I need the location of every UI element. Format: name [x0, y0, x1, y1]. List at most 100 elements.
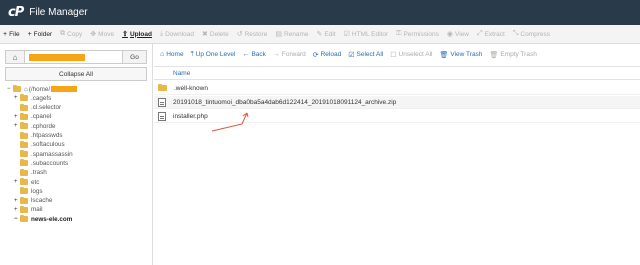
toolbar-label: Folder	[33, 30, 53, 38]
copy-icon: ⧉	[60, 30, 66, 37]
folder-icon	[20, 187, 28, 195]
nav-label: View Trash	[450, 51, 483, 58]
table-row[interactable]: .well-known	[154, 82, 640, 95]
collapse-all-button[interactable]: Collapse All	[5, 67, 147, 81]
nav-up-one-level-button[interactable]: ⤒ Up One Level	[191, 51, 236, 59]
toolbar-label: Restore	[244, 30, 268, 38]
upload-icon: ⇪	[122, 31, 128, 38]
tree-item-label: (/home/	[28, 85, 51, 93]
download-icon: ⤓	[159, 30, 164, 37]
plus-icon: +	[3, 30, 8, 38]
toolbar-label: Copy	[67, 30, 83, 38]
toolbar-file-button[interactable]: + File	[3, 31, 20, 38]
go-button[interactable]: Go	[123, 50, 147, 64]
folder-icon	[20, 205, 28, 213]
toolbar-label: Extract	[484, 30, 505, 38]
nav-view-trash-button[interactable]: 🗑 View Trash	[440, 51, 483, 59]
toolbar-view-button[interactable]: ◉ View	[447, 30, 469, 39]
redacted-path	[29, 54, 85, 61]
tree-item-label: .cl.selector	[31, 104, 62, 112]
title-bar: cP File Manager	[0, 0, 640, 25]
toolbar-permissions-button[interactable]: ⚿ Permissions	[396, 30, 439, 38]
compress-icon: ⤡	[512, 30, 519, 37]
folder-icon	[13, 85, 21, 92]
folder-icon	[20, 112, 28, 120]
up-level-icon: ⤒	[190, 50, 194, 58]
folder-icon	[20, 122, 28, 130]
folder-icon	[20, 159, 28, 167]
toolbar-extract-button[interactable]: ⤢ Extract	[477, 30, 505, 38]
tree-item-label: news-ele.com	[31, 215, 73, 223]
toolbar-rename-button[interactable]: ▤ Rename	[275, 30, 308, 39]
table-row[interactable]: 20191018_tintuomoi_dba0ba5a4dab6d122414_…	[154, 96, 640, 109]
tree-item[interactable]: − news-ele.com	[14, 214, 72, 224]
toolbar-compress-button[interactable]: ⤡ Compress	[513, 30, 550, 38]
move-icon: ✥	[90, 31, 97, 38]
home-icon[interactable]: ⌂	[5, 50, 25, 64]
file-name: 20191018_tintuomoi_dba0ba5a4dab6d122414_…	[173, 98, 397, 106]
tree-item-label: .cpanel	[31, 113, 52, 121]
nav-home-button[interactable]: ⌂ Home	[160, 51, 184, 58]
tree-item-label: .htpasswds	[31, 132, 63, 139]
toolbar-delete-button[interactable]: ✖ Delete	[202, 30, 229, 39]
back-icon: ←	[242, 51, 250, 58]
rename-icon: ▤	[275, 31, 282, 38]
redacted-username	[51, 86, 78, 92]
app-title: File Manager	[29, 7, 88, 18]
path-bar: ⌂ Go	[5, 50, 147, 64]
tree-item-label: .softaculous	[31, 141, 65, 149]
toolbar-label: Delete	[209, 30, 229, 38]
file-list-header: Name	[154, 66, 640, 80]
toolbar-upload-button[interactable]: ⇪ Upload	[122, 30, 152, 39]
toolbar-label: File	[9, 30, 20, 38]
nav-label: Home	[166, 51, 184, 58]
nav-label: Up One Level	[195, 51, 236, 58]
folder-icon	[20, 196, 28, 204]
cpanel-logo: cP	[8, 5, 24, 20]
table-row[interactable]: installer.php	[154, 110, 640, 123]
nav-label: Forward	[281, 51, 306, 58]
nav-label: Back	[251, 51, 266, 58]
toolbar-label: Download	[165, 30, 195, 38]
delete-icon: ✖	[202, 31, 208, 38]
edit-icon: ✎	[316, 31, 323, 38]
toolbar-edit-button[interactable]: ✎ Edit	[316, 30, 336, 39]
select-all-icon: ☑	[348, 51, 355, 59]
trash-icon: 🗑	[439, 51, 449, 59]
sidebar: ⌂ Go Collapse All − ⌂ (/home/+ .cagefs .cl.s…	[0, 44, 153, 265]
extract-icon: ⤢	[476, 30, 483, 37]
nav-back-button[interactable]: ← Back	[242, 51, 265, 58]
html-editor-icon: ☑	[343, 31, 350, 38]
toolbar-label: Upload	[129, 30, 152, 38]
tree-item-label: .trash	[31, 169, 47, 177]
nav-forward-button[interactable]: → Forward	[273, 51, 306, 58]
nav-unselect-all-button[interactable]: ☐ Unselect All	[390, 51, 432, 59]
nav-reload-button[interactable]: ⟳ Reload	[313, 51, 341, 59]
toolbar-label: Compress	[520, 30, 551, 38]
nav-label: Empty Trash	[500, 51, 537, 58]
navigation-bar: ⌂ Home ⤒ Up One Level ← Back → Forward ⟳ Reload ☑ S…	[154, 44, 640, 65]
toolbar-folder-button[interactable]: + Folder	[28, 31, 53, 38]
column-name[interactable]: Name	[173, 70, 190, 77]
file-icon	[158, 111, 166, 121]
toolbar-html-editor-button[interactable]: ☑ HTML Editor	[343, 30, 389, 39]
nav-label: Select All	[356, 51, 384, 58]
toolbar-label: HTML Editor	[351, 30, 389, 38]
home-icon: ⌂	[24, 85, 28, 93]
path-input[interactable]	[25, 50, 123, 64]
tree-item-label: logs	[31, 187, 43, 195]
nav-select-all-button[interactable]: ☑ Select All	[348, 51, 383, 59]
toolbar-restore-button[interactable]: ↺ Restore	[237, 30, 268, 39]
tree-item-label: .spamassassin	[31, 150, 73, 158]
folder-icon	[20, 94, 28, 102]
nav-empty-trash-button[interactable]: 🗑 Empty Trash	[489, 51, 536, 59]
tree-item-label: .subaccounts	[31, 159, 69, 167]
folder-icon	[20, 168, 28, 176]
folder-icon	[20, 215, 28, 223]
toolbar-copy-button[interactable]: ⧉ Copy	[60, 30, 82, 38]
folder-icon	[20, 150, 28, 158]
folder-icon	[20, 103, 28, 111]
unselect-all-icon: ☐	[390, 51, 397, 59]
toolbar-move-button[interactable]: ✥ Move	[90, 30, 114, 39]
toolbar-download-button[interactable]: ⤓ Download	[160, 30, 194, 38]
